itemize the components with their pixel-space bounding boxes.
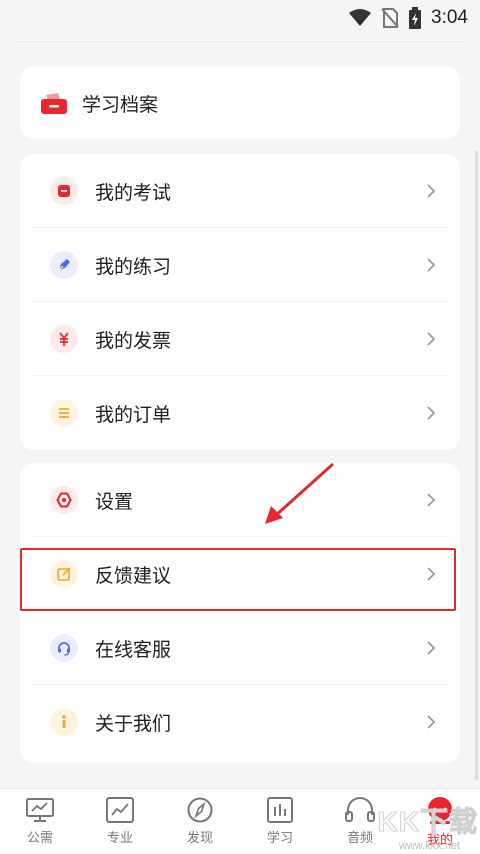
status-bar: 3:04 [0,0,480,36]
archive-icon [41,93,67,114]
no-sim-icon [381,8,399,28]
chevron-right-icon [427,715,436,729]
chevron-right-icon [427,641,436,655]
tab-study[interactable]: 学习 [240,789,320,854]
chevron-right-icon [427,184,436,198]
menu-item-label: 反馈建议 [95,565,172,587]
settings-icon [50,486,78,514]
tab-discover[interactable]: 发现 [160,789,240,854]
tab-major[interactable]: 专业 [80,789,160,854]
order-icon [50,399,78,427]
menu-item-settings[interactable]: 设置 [30,463,450,537]
customer-service-icon [50,634,78,662]
exam-icon [50,177,78,205]
chevron-right-icon [427,406,436,420]
battery-icon [409,7,422,29]
divider [20,40,460,42]
menu-item-label: 关于我们 [95,713,172,735]
menu-item-my-orders[interactable]: 我的订单 [30,376,450,450]
scrollbar[interactable] [475,150,478,780]
menu-item-label: 我的订单 [95,404,172,426]
practice-icon [50,251,78,279]
feedback-icon [50,560,78,588]
menu-item-my-invoices[interactable]: 我的发票 [30,302,450,376]
about-icon [50,708,78,736]
menu-item-feedback[interactable]: 反馈建议 [30,537,450,611]
headphones-icon [345,797,375,822]
tab-label: 音频 [346,830,373,845]
menu-group-settings: 设置 反馈建议 在线客服 关于我们 [20,463,460,763]
clock: 3:04 [431,7,468,28]
menu-item-label: 我的考试 [95,182,172,204]
tab-public[interactable]: 公需 [0,789,80,854]
chevron-right-icon [427,332,436,346]
menu-item-label: 我的发票 [95,330,172,352]
menu-item-label: 设置 [95,491,134,513]
tab-label: 学习 [266,830,293,845]
chevron-right-icon [427,567,436,581]
tab-label: 专业 [106,830,133,845]
study-icon [267,797,293,823]
monitor-icon [26,798,54,822]
chevron-right-icon [427,493,436,507]
menu-item-my-practice[interactable]: 我的练习 [30,228,450,302]
menu-group-records: 我的考试 我的练习 我的发票 我的订单 [20,154,460,450]
watermark-logo: KK下载 [377,806,478,838]
tab-label: 发现 [186,830,213,845]
wifi-icon [349,9,372,26]
archive-label: 学习档案 [82,94,159,116]
annotation-arrow-icon [265,462,335,524]
menu-item-label: 在线客服 [95,639,172,661]
invoice-icon [50,325,78,353]
tab-label: 公需 [26,830,53,845]
menu-item-label: 我的练习 [95,256,172,278]
compass-icon [187,797,213,823]
menu-item-customer-service[interactable]: 在线客服 [30,611,450,685]
chart-icon [106,797,134,823]
archive-row[interactable]: 学习档案 [20,67,460,139]
watermark-url: www.kkx.net [398,840,460,852]
menu-item-about-us[interactable]: 关于我们 [30,685,450,759]
menu-item-my-exams[interactable]: 我的考试 [30,154,450,228]
chevron-right-icon [427,258,436,272]
archive-card[interactable]: 学习档案 [20,67,460,139]
